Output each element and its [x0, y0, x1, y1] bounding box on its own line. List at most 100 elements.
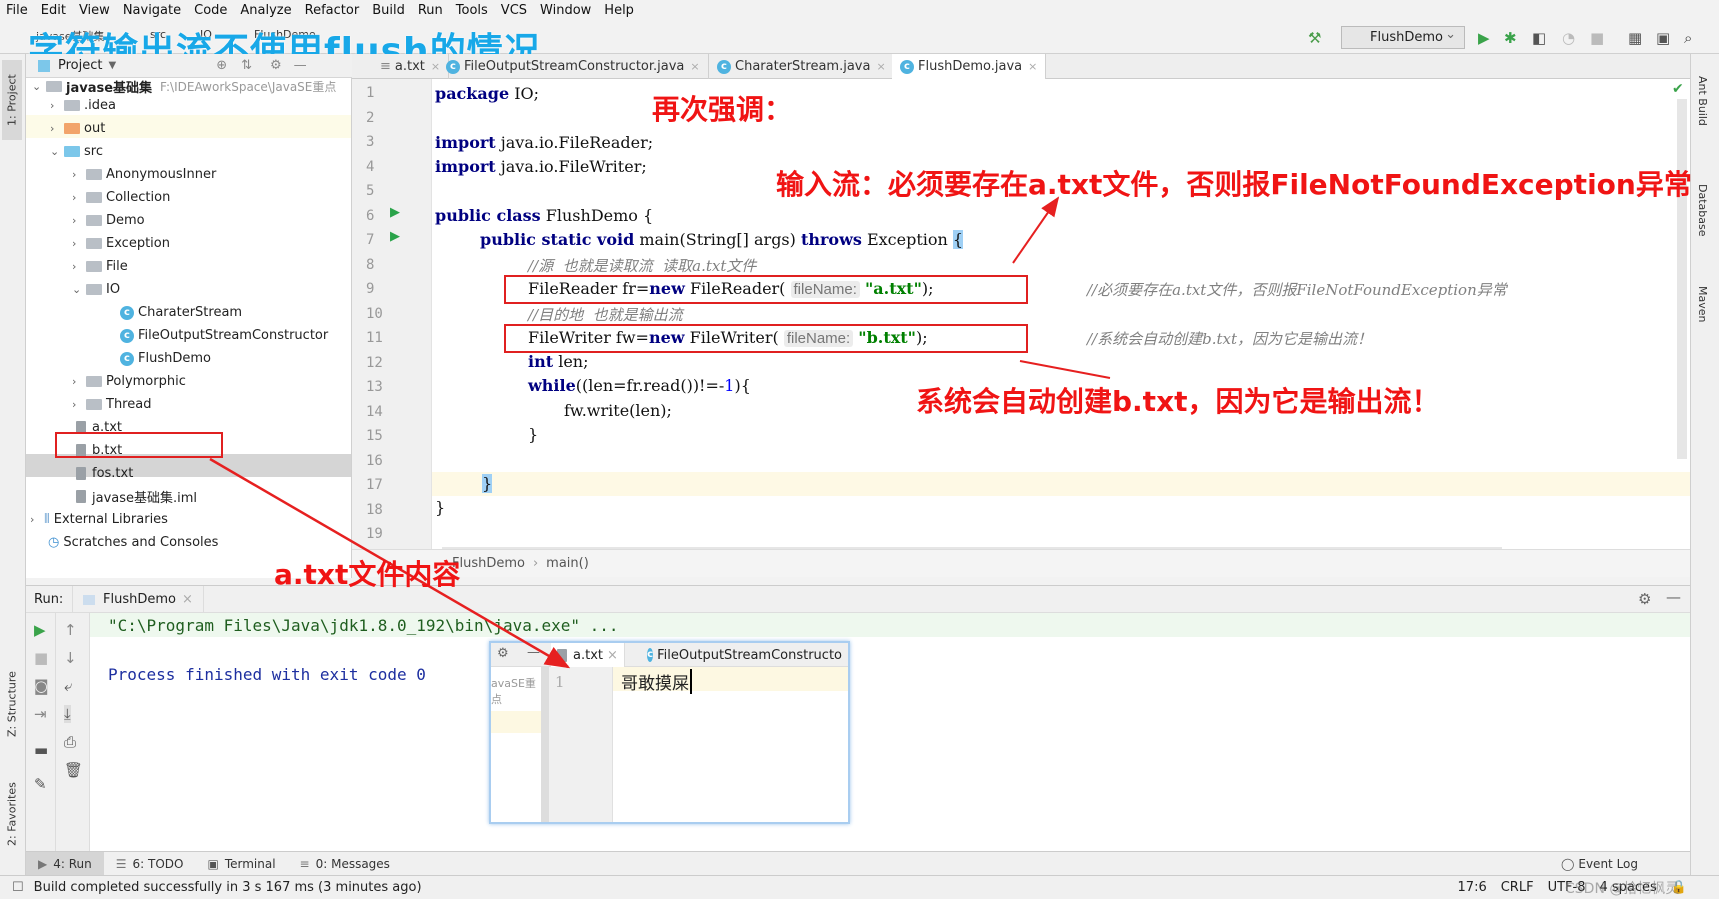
breadcrumb-method[interactable]: main() [546, 556, 589, 571]
project-panel-title[interactable]: Project [58, 58, 102, 73]
menu-code[interactable]: Code [194, 3, 227, 18]
menu-refactor[interactable]: Refactor [305, 3, 360, 18]
down-arrow-icon[interactable]: ↓ [64, 649, 77, 667]
menu-window[interactable]: Window [540, 3, 591, 18]
rerun-icon[interactable]: ▶ [34, 621, 46, 639]
close-icon[interactable]: × [690, 60, 699, 73]
caret-position[interactable]: 17:6 [1458, 880, 1487, 895]
tree-item-package[interactable]: › Demo [72, 209, 145, 232]
profile-icon[interactable]: ◔ [1562, 29, 1575, 47]
gear-icon[interactable]: ⚙ [1638, 590, 1651, 608]
tree-item-package[interactable]: › File [72, 255, 128, 278]
restore-layout-icon[interactable]: ⇥ [34, 705, 47, 723]
menu-tools[interactable]: Tools [456, 3, 488, 18]
search-icon[interactable]: ⌕ [1684, 29, 1692, 47]
menu-run[interactable]: Run [418, 3, 443, 18]
close-icon[interactable]: × [607, 648, 618, 663]
tree-item-file[interactable]: javase基础集.iml [76, 485, 197, 508]
code-editor[interactable]: ▶ ▶ 1 2 3 4 5 6 7 8 9 10 11 12 13 14 15 16 17 18 19 ✔ pack… [352, 79, 1690, 557]
print-icon[interactable]: ⎙ [64, 733, 76, 751]
line-separator[interactable]: CRLF [1501, 880, 1534, 895]
debug-icon[interactable]: ✱ [1504, 29, 1517, 47]
chevron-right-icon[interactable]: › [72, 168, 86, 181]
bottom-tab-messages[interactable]: ≡ 0: Messages [288, 852, 402, 876]
minimize-icon[interactable]: — [527, 645, 540, 660]
menu-vcs[interactable]: VCS [501, 3, 527, 18]
chevron-right-icon[interactable]: › [50, 122, 64, 135]
close-icon[interactable]: × [182, 592, 193, 607]
tab-charaterstream[interactable]: c CharaterStream.java × [709, 54, 895, 79]
ant-build-tool-tab[interactable]: Ant Build [1696, 76, 1709, 126]
chevron-right-icon[interactable]: › [50, 99, 64, 112]
database-tool-tab[interactable]: Database [1696, 184, 1709, 237]
vertical-scrollbar[interactable] [1677, 99, 1687, 459]
tree-item-class[interactable]: c FileOutputStreamConstructor [120, 324, 328, 347]
console-output[interactable]: "C:\Program Files\Java\jdk1.8.0_192\bin\… [90, 613, 1690, 851]
popup-tab-fileoutputstream[interactable]: c FileOutputStreamConstructo [641, 643, 848, 667]
menu-navigate[interactable]: Navigate [123, 3, 181, 18]
tree-item-package[interactable]: › Collection [72, 186, 170, 209]
chevron-right-icon[interactable]: › [72, 398, 86, 411]
terminal-window-icon[interactable]: ▣ [1656, 29, 1670, 47]
file-preview-popup[interactable]: ⚙ — a.txt × c FileOutputStreamConstructo a… [489, 641, 850, 824]
status-toggle-icon[interactable]: ☐ [12, 880, 24, 895]
trash-icon[interactable]: 🗑 [64, 761, 83, 779]
run-configuration-select[interactable]: FlushDemo [1341, 26, 1465, 49]
project-structure-icon[interactable]: ▦ [1628, 29, 1642, 47]
coverage-icon[interactable]: ◧ [1532, 29, 1546, 47]
gear-icon[interactable]: ⚙ [270, 58, 282, 73]
menu-view[interactable]: View [79, 3, 110, 18]
menu-help[interactable]: Help [604, 3, 634, 18]
structure-tool-tab[interactable]: Z: Structure [2, 644, 22, 764]
build-hammer-icon[interactable]: ⚒ [1308, 29, 1321, 47]
chevron-down-icon[interactable]: ⌄ [50, 145, 64, 158]
scroll-to-end-icon[interactable]: ⤓ [64, 705, 71, 723]
chevron-right-icon[interactable]: › [72, 375, 86, 388]
favorites-tool-tab[interactable]: 2: Favorites [2, 754, 22, 874]
menu-edit[interactable]: Edit [41, 3, 66, 18]
stop-icon[interactable]: ■ [34, 649, 48, 667]
close-icon[interactable]: × [1028, 60, 1037, 73]
bottom-tab-terminal[interactable]: ▣ Terminal [195, 852, 287, 876]
tree-item-package[interactable]: › Polymorphic [72, 370, 186, 393]
chevron-down-icon[interactable]: ⌄ [32, 80, 46, 93]
popup-tab-a-txt[interactable]: a.txt × [551, 643, 625, 667]
bottom-tab-todo[interactable]: ☰ 6: TODO [104, 852, 196, 876]
tree-item-src[interactable]: ⌄ src [50, 140, 103, 163]
chevron-right-icon[interactable]: › [72, 237, 86, 250]
gear-icon[interactable]: ⚙ [497, 646, 509, 661]
menu-file[interactable]: File [6, 3, 28, 18]
hide-icon[interactable]: — [294, 58, 307, 73]
bottom-tab-run[interactable]: ▶ 4: Run [26, 851, 104, 876]
chevron-right-icon[interactable]: › [72, 260, 86, 273]
tree-item-out[interactable]: › out [50, 117, 105, 140]
tree-item-file[interactable]: fos.txt [76, 462, 133, 485]
locate-icon[interactable]: ⊕ [216, 58, 227, 73]
stop-icon[interactable]: ■ [1590, 29, 1604, 47]
tree-item-package[interactable]: › Thread [72, 393, 151, 416]
chevron-down-icon[interactable]: ⌄ [72, 283, 86, 296]
run-tab-flushdemo[interactable]: FlushDemo × [72, 586, 204, 613]
tab-fileoutputstreamconstructor[interactable]: c FileOutputStreamConstructor.java × [438, 54, 709, 79]
chevron-right-icon[interactable]: › [72, 191, 86, 204]
project-tool-tab[interactable]: 1: Project [2, 60, 22, 140]
tree-item-class[interactable]: c FlushDemo [120, 347, 211, 370]
tree-item-idea[interactable]: › .idea [50, 94, 116, 117]
chevron-right-icon[interactable]: › [30, 513, 44, 526]
tab-flushdemo[interactable]: c FlushDemo.java × [892, 54, 1047, 79]
run-icon[interactable]: ▶ [1478, 29, 1490, 47]
minimize-icon[interactable]: — [1666, 588, 1681, 606]
pin-icon[interactable]: ✎ [34, 775, 47, 793]
tree-item-package[interactable]: › AnonymousInner [72, 163, 216, 186]
collapse-all-icon[interactable]: ⇅ [241, 58, 252, 73]
chevron-right-icon[interactable]: › [72, 214, 86, 227]
menu-build[interactable]: Build [372, 3, 405, 18]
tree-item-class[interactable]: c CharaterStream [120, 301, 242, 324]
tree-item-package-io[interactable]: ⌄ IO [72, 278, 120, 301]
tree-item-scratches[interactable]: ◷ Scratches and Consoles [48, 531, 218, 554]
file-content-text[interactable]: 哥敢摸屎 [621, 669, 692, 694]
soft-wrap-icon[interactable]: ⤶ [64, 677, 72, 695]
chevron-down-icon[interactable]: ▼ [108, 60, 116, 71]
camera-icon[interactable]: ◙ [34, 677, 49, 695]
close-icon[interactable]: × [876, 60, 885, 73]
